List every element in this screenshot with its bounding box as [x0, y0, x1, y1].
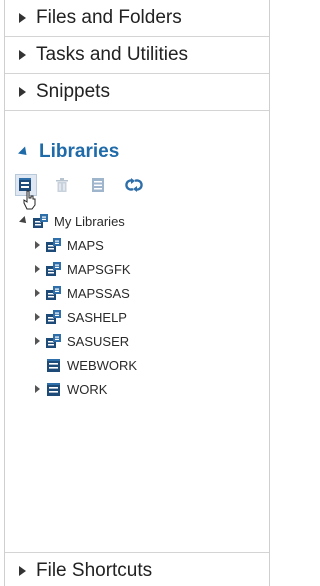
- section-label: Tasks and Utilities: [36, 44, 189, 65]
- tree-item-label: MAPSSAS: [67, 285, 130, 301]
- section-label: Files and Folders: [36, 7, 182, 28]
- collapsed-arrow-icon: [32, 240, 42, 250]
- tree-item-label: MAPSGFK: [67, 261, 131, 277]
- tree-item-sasuser[interactable]: SASUSER: [32, 330, 129, 352]
- tree-item-mapsgfk[interactable]: MAPSGFK: [32, 258, 131, 280]
- tree-root-my-libraries[interactable]: My Libraries: [19, 210, 125, 232]
- section-label: File Shortcuts: [36, 560, 153, 581]
- tree-item-mapssas[interactable]: MAPSSAS: [32, 282, 130, 304]
- tree-root-label: My Libraries: [54, 213, 125, 229]
- library-icon: [46, 334, 61, 348]
- expand-arrow-icon: [19, 87, 26, 97]
- collapsed-arrow-icon: [32, 288, 42, 298]
- collapsed-arrow-icon: [32, 336, 42, 346]
- libraries-group-icon: [33, 214, 48, 228]
- properties-icon: [92, 178, 104, 192]
- library-icon: [46, 286, 61, 300]
- expand-arrow-icon: [19, 50, 26, 60]
- tree-item-maps[interactable]: MAPS: [32, 234, 104, 256]
- section-files-and-folders[interactable]: Files and Folders: [5, 0, 269, 37]
- tree-item-label: WORK: [67, 381, 108, 397]
- section-label: Libraries: [39, 141, 120, 162]
- library-icon: [46, 262, 61, 276]
- refresh-icon: [125, 178, 143, 192]
- tree-item-webwork[interactable]: WEBWORK: [46, 354, 137, 376]
- library-icon: [46, 310, 61, 324]
- section-tasks-and-utilities[interactable]: Tasks and Utilities: [5, 37, 269, 74]
- section-snippets[interactable]: Snippets: [5, 74, 269, 111]
- expanded-arrow-icon: [19, 216, 29, 226]
- expand-arrow-icon: [19, 13, 26, 23]
- refresh-button[interactable]: [123, 174, 145, 196]
- collapse-arrow-icon: [17, 145, 31, 159]
- library-properties-button[interactable]: [87, 174, 109, 196]
- collapsed-arrow-icon: [32, 264, 42, 274]
- section-label: Snippets: [36, 81, 110, 102]
- tree-item-label: SASHELP: [67, 309, 127, 325]
- tree-item-label: WEBWORK: [67, 357, 138, 373]
- libraries-toolbar: [15, 174, 265, 200]
- section-libraries[interactable]: Libraries: [5, 133, 269, 171]
- tree-item-label: SASUSER: [67, 333, 130, 349]
- navigation-pane: Files and Folders Tasks and Utilities Sn…: [4, 0, 270, 586]
- collapsed-arrow-icon: [32, 312, 42, 322]
- hand-cursor-icon: [23, 190, 36, 210]
- expand-arrow-icon: [19, 566, 26, 576]
- tree-item-label: MAPS: [67, 237, 104, 253]
- trash-icon: [56, 178, 68, 192]
- library-icon: [46, 238, 61, 252]
- collapsed-arrow-icon: [32, 384, 42, 394]
- delete-library-button[interactable]: [51, 174, 73, 196]
- library-icon: [47, 359, 60, 372]
- tree-item-work[interactable]: WORK: [32, 378, 107, 400]
- library-icon: [47, 383, 60, 396]
- tree-item-sashelp[interactable]: SASHELP: [32, 306, 127, 328]
- section-file-shortcuts[interactable]: File Shortcuts: [5, 552, 269, 586]
